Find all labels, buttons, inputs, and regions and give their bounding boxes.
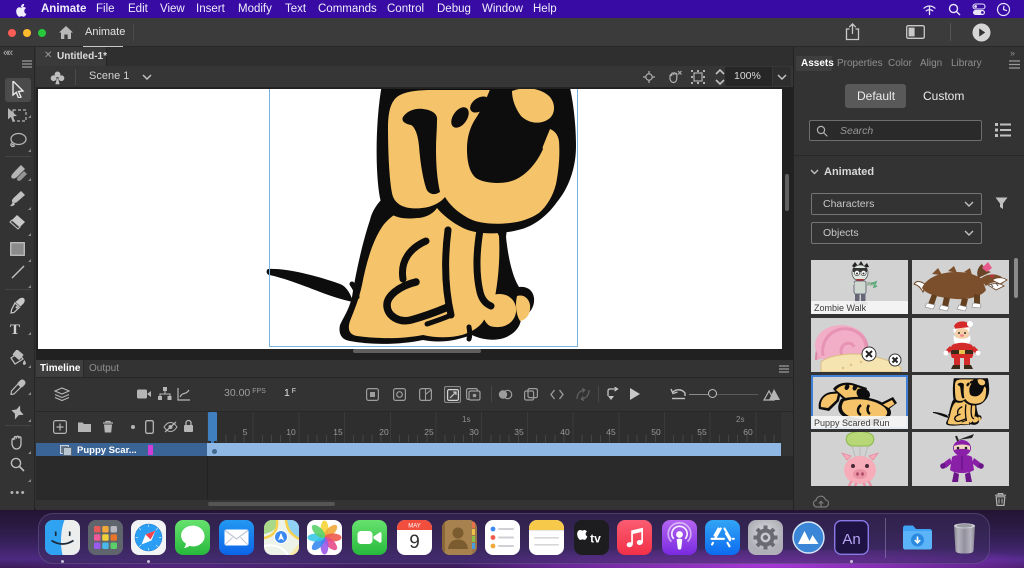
- svg-text:tv: tv: [590, 532, 601, 546]
- svg-text:MAY: MAY: [408, 524, 421, 530]
- svg-text:9: 9: [409, 532, 420, 553]
- svg-text:An: An: [842, 531, 860, 548]
